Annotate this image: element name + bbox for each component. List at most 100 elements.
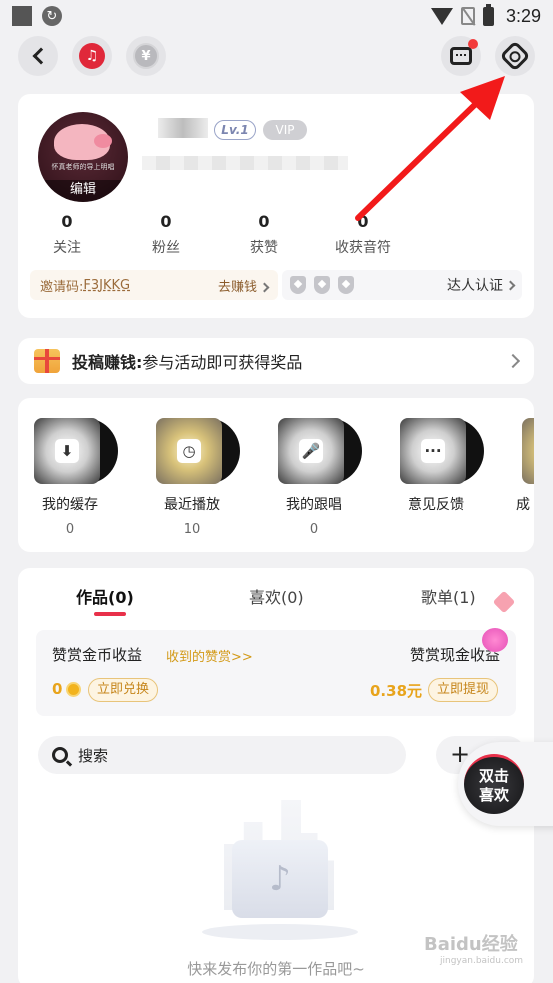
- messages-button[interactable]: [441, 36, 481, 76]
- avatar[interactable]: 怀真老师的导上明唱 编辑: [38, 112, 128, 202]
- like-line-1: 双击: [478, 766, 509, 785]
- shield-badge-icon: [314, 276, 330, 294]
- stat-notes[interactable]: 0 收获音符: [318, 212, 408, 257]
- back-button[interactable]: [18, 36, 58, 76]
- message-icon: [450, 47, 472, 65]
- talent-certification-bar[interactable]: 达人认证: [282, 270, 522, 300]
- promo-title: 投稿赚钱:: [72, 353, 143, 372]
- heart-icon: [482, 628, 508, 652]
- status-time: 3:29: [505, 5, 541, 26]
- search-placeholder: 搜索: [78, 746, 109, 765]
- tab-playlists[interactable]: 歌单(1): [421, 584, 476, 608]
- microphone-icon: 🎤: [299, 439, 323, 463]
- tool-count: 10: [183, 522, 201, 537]
- back-chevron-icon: [32, 47, 49, 65]
- notification-app-icon: [12, 6, 32, 26]
- no-sim-icon: [460, 7, 475, 25]
- chevron-right-icon: [505, 353, 521, 369]
- shield-badge-icon: [290, 276, 306, 294]
- invite-code: F3JKKG: [83, 277, 131, 293]
- stat-label: 粉丝: [152, 240, 180, 256]
- pig-illustration: [54, 124, 112, 160]
- tool-count: 0: [309, 522, 319, 537]
- tools-row: ⬇ 我的缓存 0 ◷ 最近播放 10 🎤 我的跟唱 0 ··· 意见反馈 成: [18, 398, 534, 552]
- level-badge[interactable]: Lv.1: [214, 120, 256, 140]
- promo-text: 参与活动即可获得奖品: [142, 353, 303, 372]
- submission-promo-bar[interactable]: 投稿赚钱: 参与活动即可获得奖品: [18, 338, 534, 384]
- yuan-coin-icon: ¥: [133, 43, 159, 69]
- tool-cache[interactable]: ⬇ 我的缓存 0: [20, 418, 120, 537]
- talent-label: 达人认证: [447, 278, 503, 294]
- user-id-redacted: [142, 156, 348, 170]
- like-line-2: 喜欢: [478, 785, 509, 804]
- music-badge-button[interactable]: ♫: [72, 36, 112, 76]
- wifi-icon: [430, 7, 453, 25]
- double-tap-like-button[interactable]: 双击 喜欢: [458, 742, 553, 826]
- username-redacted: [158, 118, 208, 138]
- clock-icon: ◷: [177, 439, 201, 463]
- profile-card: 怀真老师的导上明唱 编辑 Lv.1 VIP 0 关注 0 粉丝 0 获赞 0 收…: [18, 94, 534, 318]
- tool-count: 0: [65, 522, 75, 537]
- settings-icon: [499, 40, 531, 72]
- music-note-icon: ♪: [232, 840, 328, 918]
- search-icon: [52, 747, 68, 763]
- status-bar: ↻ 3:29: [0, 0, 553, 32]
- tool-feedback[interactable]: ··· 意见反馈: [386, 418, 486, 522]
- cash-value: 0.38元: [370, 682, 423, 700]
- exchange-now-button[interactable]: 立即兑换: [88, 678, 159, 702]
- stat-likes[interactable]: 0 获赞: [219, 212, 309, 257]
- music-note-icon: ♫: [79, 43, 105, 69]
- watermark-url: jingyan.baidu.com: [440, 956, 524, 966]
- invite-code-bar[interactable]: 邀请码: F3JKKG 去赚钱: [30, 270, 278, 300]
- tab-likes[interactable]: 喜欢(0): [249, 584, 304, 608]
- active-tab-indicator: [94, 612, 126, 616]
- coin-value: 0: [52, 680, 63, 698]
- coin-button[interactable]: ¥: [126, 36, 166, 76]
- search-input[interactable]: 搜索: [38, 736, 406, 774]
- sync-icon: ↻: [42, 6, 62, 26]
- coin-earnings-title: 赞赏金币收益: [52, 646, 143, 664]
- download-icon: ⬇: [55, 439, 79, 463]
- tool-label: 我的跟唱: [286, 497, 342, 513]
- gift-icon: [34, 349, 60, 373]
- avatar-caption: 怀真老师的导上明唱: [51, 163, 115, 171]
- tool-sing-along[interactable]: 🎤 我的跟唱 0: [264, 418, 364, 537]
- stat-count: 0: [357, 212, 369, 231]
- tool-label: 成: [516, 497, 530, 513]
- unread-dot: [468, 39, 478, 49]
- chevron-right-icon: [505, 280, 516, 290]
- double-tap-like-circle: 双击 喜欢: [464, 754, 524, 814]
- coin-icon: [66, 682, 81, 697]
- withdraw-now-button[interactable]: 立即提现: [428, 678, 499, 702]
- stat-count: 0: [160, 212, 172, 231]
- invite-earn-link[interactable]: 去赚钱: [218, 276, 270, 295]
- stat-count: 0: [258, 212, 270, 231]
- shield-badge-icon: [338, 276, 354, 294]
- invite-label: 邀请码:: [40, 279, 84, 295]
- stat-following[interactable]: 0 关注: [22, 212, 112, 257]
- received-rewards-link[interactable]: 收到的赞赏>>: [166, 646, 253, 665]
- battery-icon: [482, 3, 494, 26]
- empty-state-illustration: ♪: [196, 800, 366, 950]
- reward-earnings-box: 赞赏金币收益 收到的赞赏>> 赞赏现金收益 0 立即兑换 0.38元 立即提现: [36, 630, 516, 716]
- chevron-right-icon: [259, 282, 270, 292]
- stat-count: 0: [61, 212, 73, 231]
- tool-partial[interactable]: 成: [508, 418, 534, 514]
- feedback-icon: ···: [421, 439, 445, 463]
- works-card: 作品(0) 喜欢(0) 歌单(1) 赞赏金币收益 收到的赞赏>> 赞赏现金收益 …: [18, 568, 534, 983]
- tool-label: 意见反馈: [408, 497, 464, 513]
- stat-label: 获赞: [250, 240, 278, 256]
- watermark: Baidu经验: [424, 934, 518, 955]
- illustration-shadow: [202, 924, 358, 940]
- tool-recent[interactable]: ◷ 最近播放 10: [142, 418, 242, 537]
- stat-label: 收获音符: [335, 240, 391, 256]
- avatar-edit-label[interactable]: 编辑: [38, 180, 128, 202]
- stat-label: 关注: [53, 240, 81, 256]
- settings-button[interactable]: [495, 36, 535, 76]
- heart-icon: [492, 590, 516, 614]
- tab-works[interactable]: 作品(0): [76, 584, 134, 608]
- tool-label: 我的缓存: [42, 497, 98, 513]
- stat-fans[interactable]: 0 粉丝: [121, 212, 211, 257]
- tool-label: 最近播放: [164, 497, 220, 513]
- vip-badge[interactable]: VIP: [263, 120, 307, 140]
